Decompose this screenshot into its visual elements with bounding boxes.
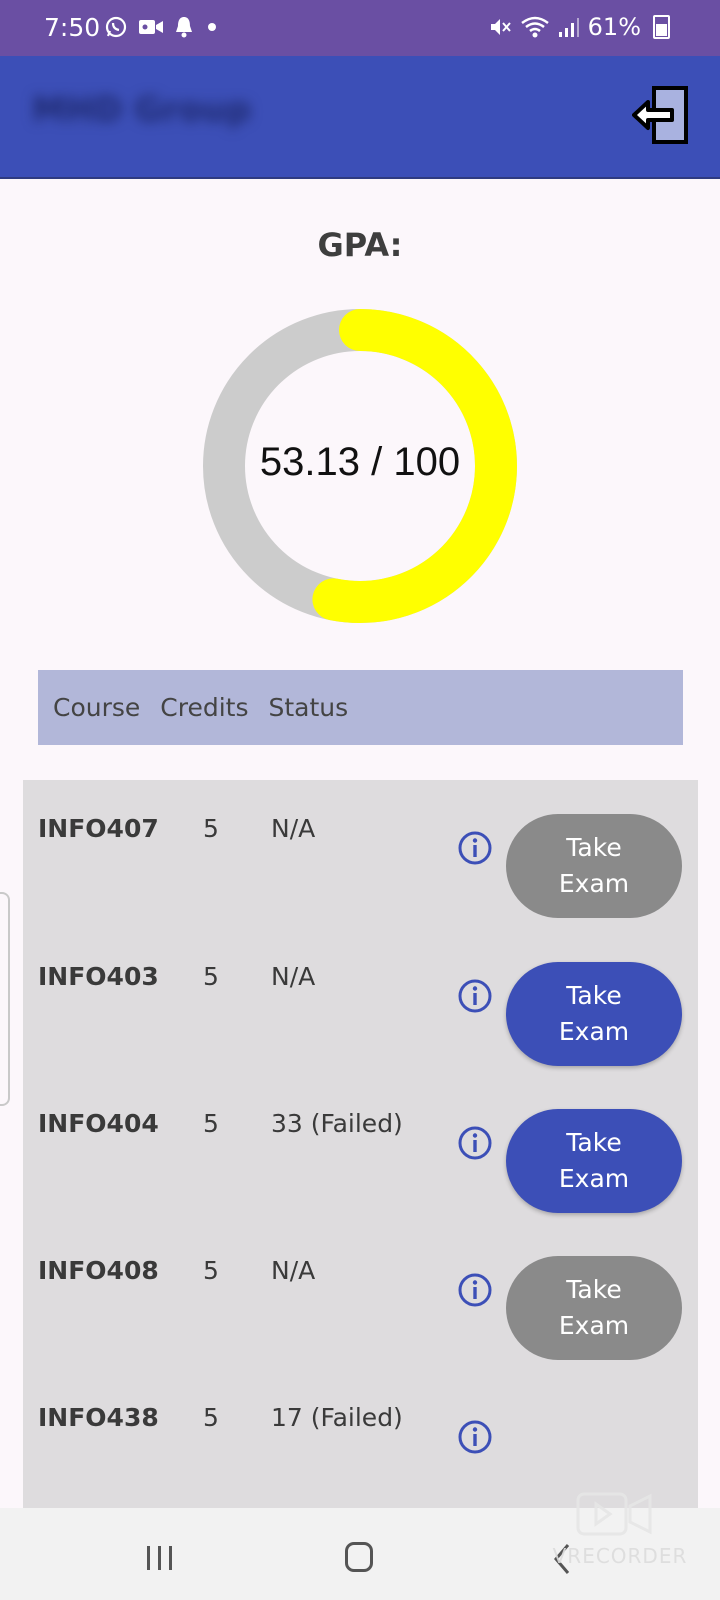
- logout-icon[interactable]: [632, 84, 698, 148]
- gpa-value: 53.13 / 100: [259, 440, 461, 484]
- course-credits: 5: [203, 814, 219, 843]
- course-credits: 5: [203, 962, 219, 991]
- status-icons-right: 61%: [488, 13, 670, 41]
- course-status: 33 (Failed): [271, 1109, 403, 1138]
- recent-apps-icon[interactable]: [145, 1544, 175, 1572]
- take-exam-button[interactable]: Take Exam: [506, 814, 682, 918]
- info-icon[interactable]: [457, 978, 493, 1014]
- take-exam-button[interactable]: Take Exam: [506, 962, 682, 1066]
- mute-icon: [490, 19, 511, 35]
- dot-icon: [208, 23, 216, 31]
- app-title: MHD Group: [32, 90, 251, 130]
- home-icon[interactable]: [345, 1542, 373, 1572]
- course-row: INFO408 5 N/A Take Exam: [23, 1234, 698, 1360]
- status-icons-left: [104, 15, 220, 39]
- bell-icon: [176, 17, 192, 38]
- course-code: INFO403: [38, 962, 159, 991]
- status-bar: 7:50 61%: [0, 0, 720, 56]
- course-row: INFO403 5 N/A Take Exam: [23, 940, 698, 1066]
- course-status: N/A: [271, 1256, 316, 1285]
- course-credits: 5: [203, 1256, 219, 1285]
- wifi-icon: [520, 16, 549, 38]
- course-row: INFO438 5 17 (Failed): [23, 1381, 698, 1491]
- status-time: 7:50: [44, 13, 101, 42]
- course-list[interactable]: INFO407 5 N/A Take Exam INFO403 5 N/A Ta…: [23, 780, 698, 1508]
- course-code: INFO407: [38, 814, 159, 843]
- battery-icon: [653, 15, 670, 39]
- course-row: INFO407 5 N/A Take Exam: [23, 792, 698, 918]
- video-icon: [139, 20, 163, 34]
- gpa-label: GPA:: [317, 226, 403, 264]
- take-exam-button[interactable]: Take Exam: [506, 1256, 682, 1360]
- course-code: INFO438: [38, 1403, 159, 1432]
- course-credits: 5: [203, 1109, 219, 1138]
- header-course: Course: [53, 693, 141, 722]
- recorder-watermark: VRECORDER: [540, 1490, 700, 1570]
- course-code: INFO408: [38, 1256, 159, 1285]
- whatsapp-icon: [105, 16, 127, 38]
- watermark-text: VRECORDER: [552, 1544, 688, 1568]
- app-bar: MHD Group: [0, 56, 720, 179]
- course-status: N/A: [271, 962, 316, 991]
- edge-panel-handle[interactable]: [0, 892, 10, 1106]
- course-row: INFO404 5 33 (Failed) Take Exam: [23, 1087, 698, 1213]
- header-credits: Credits: [160, 693, 249, 722]
- info-icon[interactable]: [457, 830, 493, 866]
- table-header: Course Credits Status: [38, 670, 683, 745]
- battery-percent: 61%: [587, 13, 641, 41]
- header-status: Status: [268, 693, 349, 722]
- info-icon[interactable]: [457, 1272, 493, 1308]
- course-status: 17 (Failed): [271, 1403, 403, 1432]
- signal-icon: [558, 18, 579, 37]
- take-exam-button[interactable]: Take Exam: [506, 1109, 682, 1213]
- course-credits: 5: [203, 1403, 219, 1432]
- info-icon[interactable]: [457, 1125, 493, 1161]
- course-code: INFO404: [38, 1109, 159, 1138]
- info-icon[interactable]: [457, 1419, 493, 1455]
- course-status: N/A: [271, 814, 316, 843]
- recorder-logo-icon: [576, 1492, 652, 1536]
